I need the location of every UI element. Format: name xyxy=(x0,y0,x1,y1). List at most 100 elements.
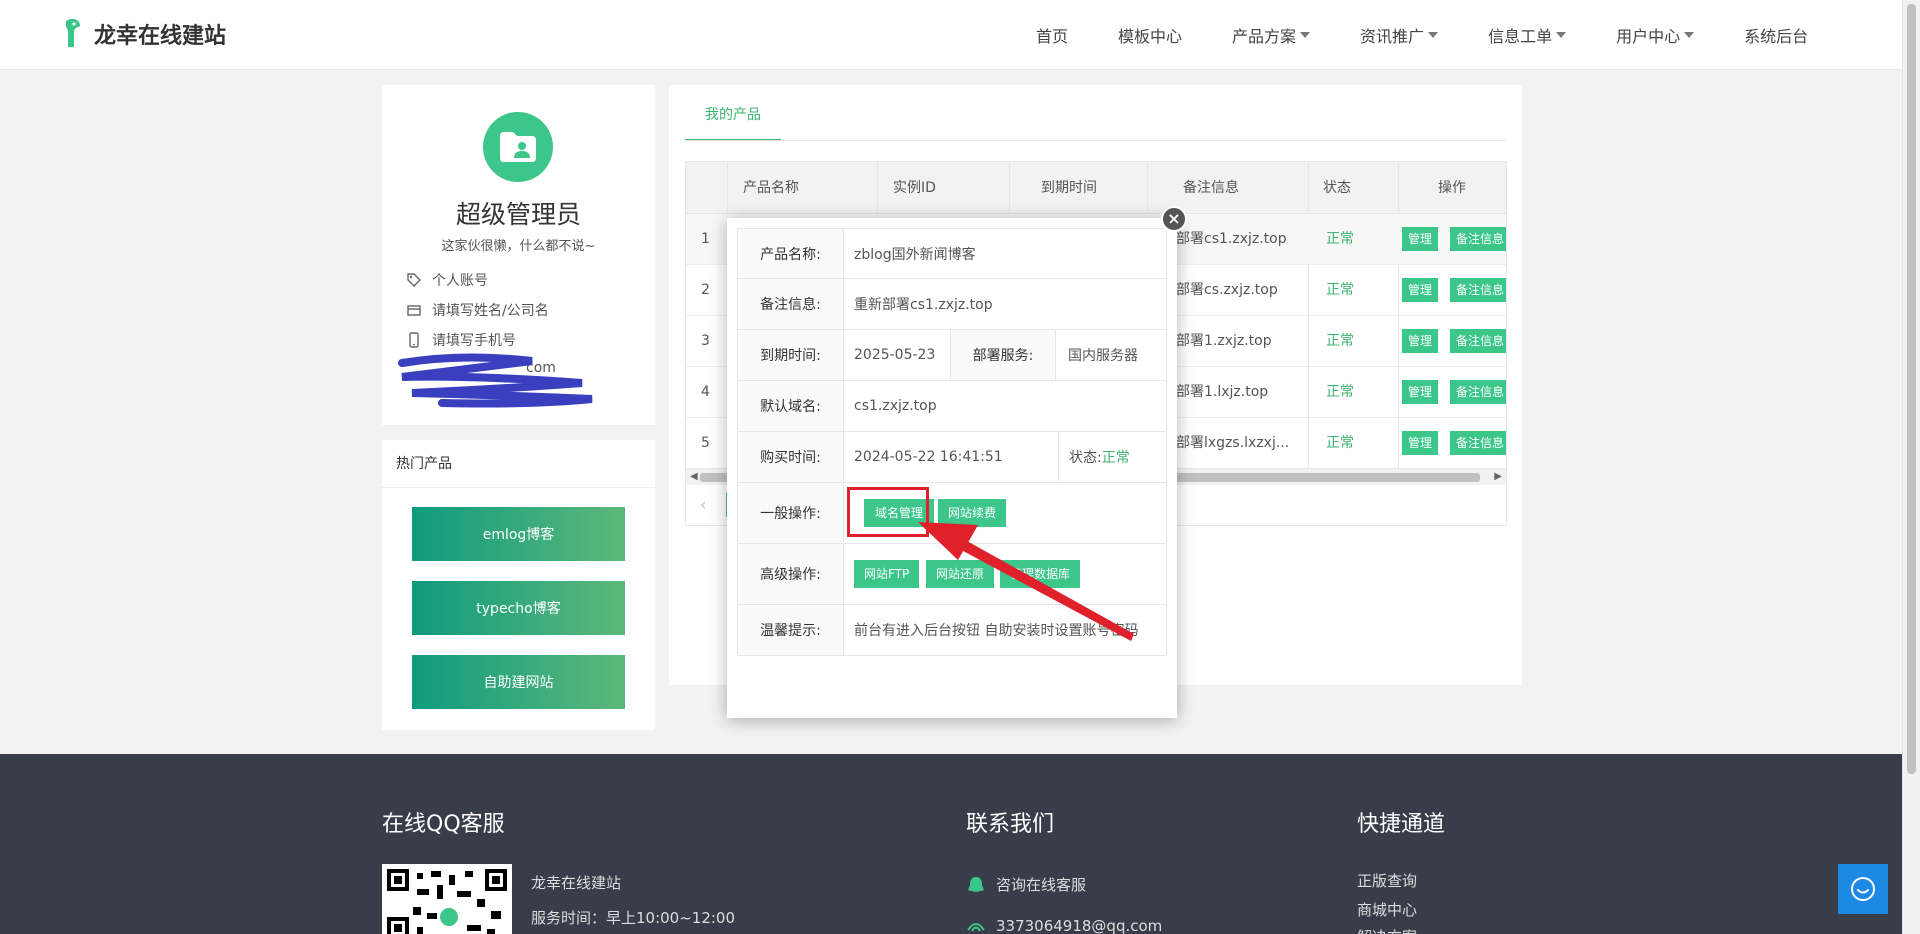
tip-value: 前台有进入后台按钮 自助安装时设置账号密码 xyxy=(854,623,1139,639)
modal-close-icon[interactable]: × xyxy=(1161,206,1187,232)
site-renew-button[interactable]: 网站续费 xyxy=(938,499,1007,527)
page-scrollbar[interactable] xyxy=(1902,0,1920,934)
footer-quick-title: 快捷通道 xyxy=(1357,812,1446,837)
phone-icon xyxy=(409,332,419,348)
profile-card: 超级管理员 这家伙很懒，什么都不说~ 个人账号 请填写姓名/公司名 请填写手机号… xyxy=(382,85,655,425)
remark-button[interactable]: 备注信息 xyxy=(1450,227,1506,251)
caret-down-icon xyxy=(1300,32,1311,38)
nav-tickets[interactable]: 信息工单 xyxy=(1488,23,1567,47)
scroll-right-icon[interactable]: ▶ xyxy=(1494,471,1502,482)
row-index: 4 xyxy=(701,384,710,400)
row-index: 2 xyxy=(701,282,710,298)
scrollbar-thumb[interactable] xyxy=(1907,4,1916,774)
row-status: 正常 xyxy=(1326,333,1354,349)
redaction-scribble xyxy=(398,353,593,408)
remark-button[interactable]: 备注信息 xyxy=(1450,380,1506,404)
dino-logo-icon xyxy=(66,19,80,47)
quick-link-mall[interactable]: 商城中心 xyxy=(1357,899,1417,920)
company-row[interactable]: 请填写姓名/公司名 xyxy=(406,300,549,320)
manage-button[interactable]: 管理 xyxy=(1402,227,1439,251)
modal-status-value: 正常 xyxy=(1101,450,1130,466)
profile-signature: 这家伙很懒，什么都不说~ xyxy=(441,239,596,254)
phone-row[interactable]: 请填写手机号 xyxy=(406,330,516,350)
remark-button[interactable]: 备注信息 xyxy=(1450,431,1506,455)
site-logo[interactable]: 龙幸在线建站 xyxy=(62,18,226,50)
nav-label: 用户中心 xyxy=(1616,27,1681,46)
row-remark: 部署1.lxjz.top xyxy=(1176,384,1269,400)
footer-qq-title: 在线QQ客服 xyxy=(382,812,505,837)
nav-label: 产品方案 xyxy=(1232,27,1297,46)
manage-button[interactable]: 管理 xyxy=(1402,431,1439,455)
tag-icon xyxy=(407,273,421,287)
chat-bubble-icon xyxy=(1851,877,1875,901)
modal-row-product-name: 产品名称: zblog国外新闻博客 xyxy=(737,228,1167,279)
account-label: 个人账号 xyxy=(432,273,488,289)
footer-qq-name: 龙幸在线建站 xyxy=(531,874,622,892)
row-remark: 部署cs.zxjz.top xyxy=(1176,282,1278,298)
prev-page-icon[interactable]: ‹ xyxy=(700,495,706,514)
tab-my-products[interactable]: 我的产品 xyxy=(685,85,781,141)
modal-row-expire: 到期时间: 2025-05-23 部署服务: 国内服务器 xyxy=(737,330,1167,381)
manage-button[interactable]: 管理 xyxy=(1402,380,1439,404)
site-ftp-button[interactable]: 网站FTP xyxy=(854,560,920,588)
scroll-left-icon[interactable]: ◀ xyxy=(690,471,698,482)
nav-admin[interactable]: 系统后台 xyxy=(1744,23,1808,47)
site-name: 龙幸在线建站 xyxy=(94,24,227,49)
site-restore-button[interactable]: 网站还原 xyxy=(926,560,995,588)
nav-label: 首页 xyxy=(1036,27,1069,46)
row-index: 1 xyxy=(701,231,710,247)
tab-divider xyxy=(685,140,1506,141)
manage-button[interactable]: 管理 xyxy=(1402,278,1439,302)
row-status: 正常 xyxy=(1326,384,1354,400)
domain-value: cs1.zxjz.top xyxy=(854,398,937,414)
modal-row-general-ops: 一般操作: 域名管理 网站续费 xyxy=(737,483,1167,544)
buy-time-value: 2024-05-22 16:41:51 xyxy=(854,449,1003,465)
remark-button[interactable]: 备注信息 xyxy=(1450,278,1506,302)
nav-label: 资讯推广 xyxy=(1360,27,1425,46)
phone-label: 请填写手机号 xyxy=(432,333,516,349)
advanced-ops-label: 高级操作: xyxy=(738,544,844,604)
nav-products[interactable]: 产品方案 xyxy=(1232,23,1311,47)
db-manage-button[interactable]: 管理数据库 xyxy=(1000,560,1081,588)
nav-news[interactable]: 资讯推广 xyxy=(1360,23,1439,47)
expire-value: 2025-05-23 xyxy=(854,347,936,363)
table-header: 产品名称 实例ID 到期时间 备注信息 状态 操作 xyxy=(686,162,1506,214)
product-detail-modal: 产品名称: zblog国外新闻博客 备注信息: 重新部署cs1.zxjz.top… xyxy=(727,218,1177,718)
col-instance-id: 实例ID xyxy=(893,180,936,196)
remark-label: 备注信息: xyxy=(738,279,844,329)
deploy-value: 国内服务器 xyxy=(1068,348,1138,364)
modal-row-advanced-ops: 高级操作: 网站FTP 网站还原 管理数据库 xyxy=(737,544,1167,605)
avatar[interactable] xyxy=(483,112,553,182)
row-status: 正常 xyxy=(1326,435,1354,451)
hot-product-typecho-button[interactable]: typecho博客 xyxy=(412,581,625,635)
nav-templates[interactable]: 模板中心 xyxy=(1118,23,1182,47)
product-name-label: 产品名称: xyxy=(738,229,844,278)
caret-down-icon xyxy=(1684,32,1695,38)
remark-button[interactable]: 备注信息 xyxy=(1450,329,1506,353)
account-row[interactable]: 个人账号 xyxy=(406,270,488,290)
caret-down-icon xyxy=(1556,32,1567,38)
card-icon xyxy=(407,305,421,316)
top-header: 龙幸在线建站 首页 模板中心 产品方案 资讯推广 信息工单 用户中心 系统后台 xyxy=(0,0,1902,70)
row-remark: 部署cs1.zxjz.top xyxy=(1176,231,1287,247)
quick-link-solutions[interactable]: 解决方案 xyxy=(1357,926,1417,934)
contact-email-label: 3373064918@qq.com xyxy=(996,917,1163,934)
col-product-name: 产品名称 xyxy=(743,180,799,196)
row-remark: 部署lxgzs.lxzxj... xyxy=(1176,435,1290,451)
nav-home[interactable]: 首页 xyxy=(1036,23,1068,47)
footer-contact-email[interactable]: 3373064918@qq.com xyxy=(966,916,1162,934)
nav-label: 信息工单 xyxy=(1488,27,1553,46)
expire-label: 到期时间: xyxy=(738,330,844,380)
quick-link-genuine[interactable]: 正版查询 xyxy=(1357,870,1417,891)
modal-row-domain: 默认域名: cs1.zxjz.top xyxy=(737,381,1167,432)
caret-down-icon xyxy=(1428,32,1439,38)
nav-user-center[interactable]: 用户中心 xyxy=(1616,23,1695,47)
chat-support-button[interactable] xyxy=(1838,864,1888,914)
deploy-label: 部署服务: xyxy=(950,330,1056,380)
row-index: 5 xyxy=(701,435,710,451)
footer-contact-online[interactable]: 咨询在线客服 xyxy=(966,874,1086,895)
qq-qr-code xyxy=(382,864,512,934)
hot-product-site-builder-button[interactable]: 自助建网站 xyxy=(412,655,625,709)
manage-button[interactable]: 管理 xyxy=(1402,329,1439,353)
hot-product-emlog-button[interactable]: emlog博客 xyxy=(412,507,625,561)
